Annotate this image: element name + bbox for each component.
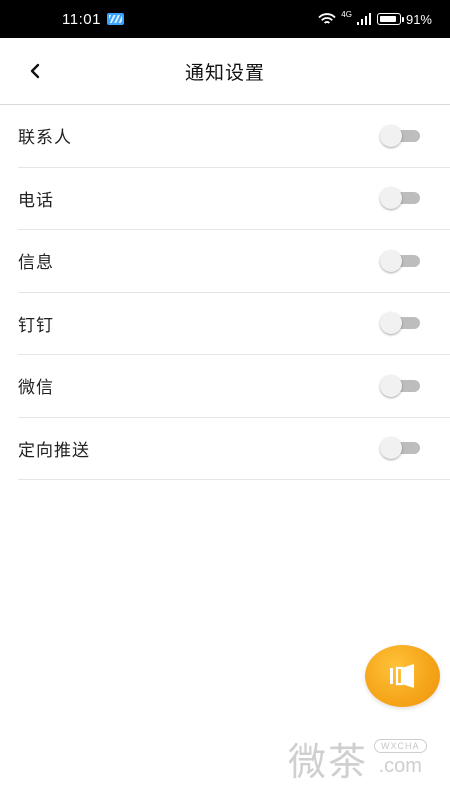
targeted-push-toggle[interactable] — [380, 437, 420, 460]
floating-speaker-button[interactable] — [365, 645, 440, 707]
setting-row-wechat: 微信 — [18, 355, 450, 418]
watermark-badge: WXCHA — [374, 738, 427, 753]
setting-label: 联系人 — [18, 128, 72, 149]
setting-row-phone: 电话 — [18, 168, 450, 230]
status-bar: 11:01 4G 91% — [0, 0, 450, 38]
setting-row-dingtalk: 钉钉 — [18, 293, 450, 355]
setting-row-messages: 信息 — [18, 230, 450, 293]
battery-percent: 91% — [405, 11, 432, 27]
phone-toggle[interactable] — [380, 187, 420, 210]
page-title: 通知设置 — [184, 61, 265, 84]
battery-icon — [376, 13, 404, 25]
status-time: 11:01 — [62, 10, 101, 28]
wechat-toggle[interactable] — [380, 374, 420, 397]
watermark-suffix: .com — [378, 754, 422, 777]
app-notification-icon — [106, 13, 124, 25]
wifi-icon — [318, 12, 336, 24]
setting-row-targeted-push: 定向推送 — [18, 418, 450, 480]
network-type: 4G — [341, 9, 352, 19]
status-right: 4G 91% — [318, 9, 432, 27]
setting-label: 定向推送 — [18, 440, 90, 461]
back-button[interactable] — [22, 56, 48, 86]
status-left: 11:01 — [62, 11, 124, 28]
settings-list: 联系人 电话 信息 钉钉 微信 定向推送 — [18, 105, 450, 480]
signal-icon — [356, 13, 371, 25]
battery-fill — [379, 16, 397, 22]
dingtalk-toggle[interactable] — [380, 312, 420, 335]
messages-toggle[interactable] — [380, 249, 420, 272]
header: 通知设置 — [0, 38, 450, 105]
watermark-logo: 微茶 WXCHA .com — [288, 728, 438, 788]
watermark-text: 微茶 — [288, 739, 369, 784]
chevron-left-icon — [30, 63, 40, 79]
setting-label: 信息 — [18, 253, 54, 274]
contacts-toggle[interactable] — [380, 124, 420, 147]
speaker-icon — [389, 664, 414, 688]
setting-label: 钉钉 — [18, 315, 54, 336]
setting-label: 微信 — [18, 378, 54, 399]
setting-row-contacts: 联系人 — [18, 105, 450, 168]
setting-label: 电话 — [18, 190, 54, 211]
